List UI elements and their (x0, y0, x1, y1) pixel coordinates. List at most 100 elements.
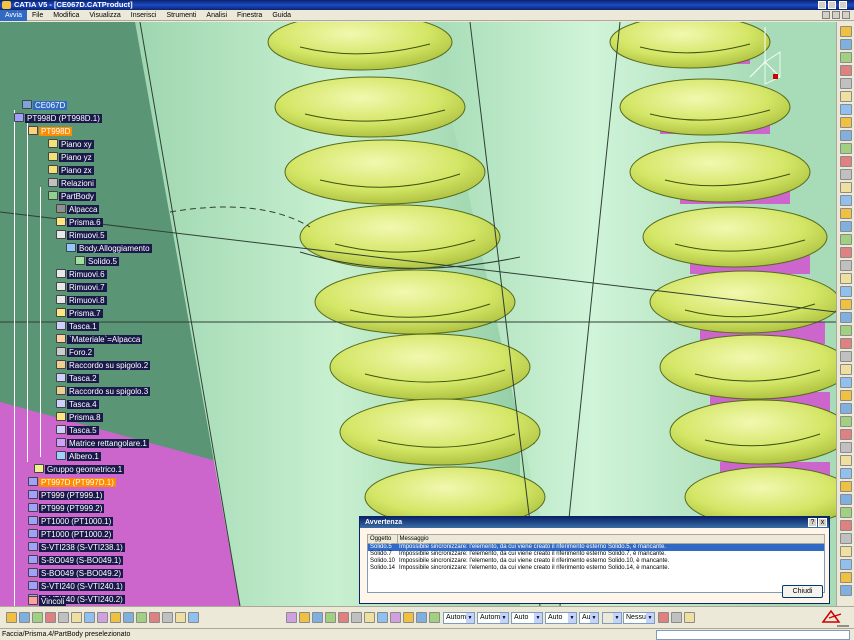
tree-node[interactable]: PT999 (PT999.2) (28, 503, 105, 514)
toolbar-tool-icon[interactable] (123, 612, 134, 623)
compass-icon[interactable] (745, 22, 785, 92)
toolbar-tool-icon[interactable] (840, 403, 852, 414)
toolbar-tool-icon[interactable] (840, 416, 852, 427)
toolbar-tool-icon[interactable] (840, 442, 852, 453)
toolbar-tool-icon[interactable] (299, 612, 310, 623)
toolbar-tool-icon[interactable] (840, 78, 852, 89)
doc-minimize-button[interactable] (822, 11, 830, 19)
toolbar-tool-icon[interactable] (671, 612, 682, 623)
toolbar-tool-icon[interactable] (840, 130, 852, 141)
tree-node[interactable]: Body.Alloggiamento (66, 243, 152, 254)
toolbar-tool-icon[interactable] (840, 234, 852, 245)
chiudi-button[interactable]: Chiudi (782, 585, 823, 598)
menu-modifica[interactable]: Modifica (48, 10, 84, 21)
tree-node[interactable]: PT1000 (PT1000.2) (28, 529, 114, 540)
close-window-button[interactable] (839, 1, 847, 9)
tree-node[interactable]: Tasca.4 (56, 399, 99, 410)
toolbar-tool-icon[interactable] (684, 612, 695, 623)
style-select[interactable]: ▼ (602, 612, 622, 624)
dialog-close-icon[interactable]: x (818, 518, 827, 527)
toolbar-tool-icon[interactable] (840, 299, 852, 310)
toolbar-tool-icon[interactable] (840, 65, 852, 76)
toolbar-tool-icon[interactable] (840, 169, 852, 180)
style-select[interactable]: Automa ▼ (443, 612, 475, 624)
toolbar-tool-icon[interactable] (840, 520, 852, 531)
toolbar-tool-icon[interactable] (840, 104, 852, 115)
toolbar-tool-icon[interactable] (840, 143, 852, 154)
tree-node[interactable]: PT1000 (PT1000.1) (28, 516, 114, 527)
toolbar-tool-icon[interactable] (840, 585, 852, 596)
maximize-button[interactable] (828, 1, 836, 9)
toolbar-tool-icon[interactable] (840, 507, 852, 518)
toolbar-tool-icon[interactable] (312, 612, 323, 623)
toolbar-tool-icon[interactable] (840, 455, 852, 466)
toolbar-tool-icon[interactable] (658, 612, 669, 623)
tree-node[interactable]: S-VTI240 (S-VTI240.1) (28, 581, 125, 592)
toolbar-tool-icon[interactable] (286, 612, 297, 623)
toolbar-tool-icon[interactable] (403, 612, 414, 623)
toolbar-tool-icon[interactable] (840, 39, 852, 50)
tree-node[interactable]: Rimuovi.5 (56, 230, 107, 241)
toolbar-tool-icon[interactable] (6, 612, 17, 623)
toolbar-tool-icon[interactable] (136, 612, 147, 623)
tree-node[interactable]: Prisma.8 (56, 412, 103, 423)
toolbar-tool-icon[interactable] (840, 364, 852, 375)
tree-node[interactable]: S-BO049 (S-BO049.1) (28, 555, 124, 566)
tree-node[interactable]: Piano yz (48, 152, 94, 163)
toolbar-tool-icon[interactable] (840, 273, 852, 284)
toolbar-tool-icon[interactable] (188, 612, 199, 623)
toolbar-tool-icon[interactable] (840, 195, 852, 206)
toolbar-tool-icon[interactable] (840, 429, 852, 440)
toolbar-tool-icon[interactable] (840, 182, 852, 193)
tree-node[interactable]: Tasca.2 (56, 373, 99, 384)
tree-node[interactable]: Albero.1 (56, 451, 101, 462)
menu-file[interactable]: File (27, 10, 48, 21)
toolbar-tool-icon[interactable] (840, 221, 852, 232)
warning-row[interactable]: Solido.14 Impossibile sincronizzare: l'el… (368, 565, 825, 572)
tree-node[interactable]: PT998D (28, 126, 73, 137)
toolbar-tool-icon[interactable] (416, 612, 427, 623)
tree-node[interactable]: Foro.2 (56, 347, 95, 358)
toolbar-tool-icon[interactable] (840, 156, 852, 167)
toolbar-tool-icon[interactable] (840, 351, 852, 362)
toolbar-tool-icon[interactable] (58, 612, 69, 623)
tree-node[interactable]: Tasca.5 (56, 425, 99, 436)
toolbar-tool-icon[interactable] (840, 533, 852, 544)
toolbar-tool-icon[interactable] (840, 559, 852, 570)
tree-node[interactable]: Prisma.7 (56, 308, 103, 319)
tree-node[interactable]: Raccordo su spigolo.2 (56, 360, 151, 371)
tree-node[interactable]: Rimuovi.7 (56, 282, 107, 293)
toolbar-tool-icon[interactable] (840, 208, 852, 219)
tree-node[interactable]: Gruppo geometrico.1 (34, 464, 125, 475)
tree-node[interactable]: Raccordo su spigolo.3 (56, 386, 151, 397)
toolbar-tool-icon[interactable] (840, 26, 852, 37)
tree-node[interactable]: Solido.5 (75, 256, 119, 267)
toolbar-tool-icon[interactable] (840, 91, 852, 102)
style-select[interactable]: Auto ▼ (511, 612, 543, 624)
toolbar-tool-icon[interactable] (338, 612, 349, 623)
toolbar-tool-icon[interactable] (840, 52, 852, 63)
menu-inserisci[interactable]: Inserisci (126, 10, 162, 21)
tree-node[interactable]: Prisma.6 (56, 217, 103, 228)
toolbar-tool-icon[interactable] (162, 612, 173, 623)
tree-node[interactable]: PT998D (PT998D.1) (14, 113, 102, 124)
toolbar-tool-icon[interactable] (351, 612, 362, 623)
toolbar-tool-icon[interactable] (840, 377, 852, 388)
toolbar-tool-icon[interactable] (840, 481, 852, 492)
menu-finestra[interactable]: Finestra (232, 10, 267, 21)
tree-node[interactable]: Relazioni (48, 178, 96, 189)
toolbar-tool-icon[interactable] (840, 312, 852, 323)
toolbar-tool-icon[interactable] (840, 117, 852, 128)
toolbar-tool-icon[interactable] (149, 612, 160, 623)
toolbar-tool-icon[interactable] (429, 612, 440, 623)
toolbar-tool-icon[interactable] (32, 612, 43, 623)
toolbar-tool-icon[interactable] (840, 260, 852, 271)
toolbar-tool-icon[interactable] (19, 612, 30, 623)
tree-node[interactable]: S-VTI238 (S-VTI238.1) (28, 542, 125, 553)
toolbar-tool-icon[interactable] (45, 612, 56, 623)
tree-node[interactable]: Rimuovi.8 (56, 295, 107, 306)
toolbar-tool-icon[interactable] (840, 546, 852, 557)
tree-node[interactable]: `Materiale`=Alpacca (56, 334, 143, 345)
tree-node[interactable]: Piano xy (48, 139, 94, 150)
toolbar-tool-icon[interactable] (377, 612, 388, 623)
